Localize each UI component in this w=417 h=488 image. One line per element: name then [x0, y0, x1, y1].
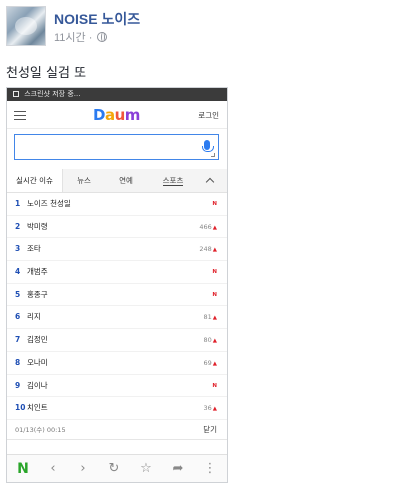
- rank-change: 36▲: [203, 397, 217, 421]
- rank-row: 2 박미령 466▲: [7, 216, 227, 239]
- rank-keyword: 리지: [27, 312, 41, 322]
- rank-number: 3: [15, 244, 21, 254]
- up-arrow-icon: ▲: [212, 338, 217, 345]
- share-icon: ➦: [172, 461, 184, 476]
- new-badge: N: [212, 201, 217, 207]
- rank-keyword: 치인트: [27, 403, 48, 413]
- rank-number: 4: [15, 267, 21, 277]
- up-arrow-icon: ▲: [212, 406, 217, 413]
- rank-row: 4 개범주 N: [7, 261, 227, 284]
- rank-change-value: 80: [203, 336, 212, 345]
- avatar[interactable]: [6, 6, 46, 46]
- tab-label: 스포츠: [162, 176, 184, 186]
- screenshot-image[interactable]: 스크린샷 저장 중... Daum 로그인 실시간 이슈 뉴스 연예 스포츠 1…: [6, 87, 228, 483]
- rank-keyword: 김이나: [27, 380, 48, 390]
- new-badge: N: [212, 382, 217, 389]
- rank-keyword: 오나미: [27, 357, 48, 367]
- logo-letter: a: [104, 106, 115, 124]
- rank-footer: 01/13(수) 00:15 닫기: [7, 420, 227, 440]
- rank-number: 8: [15, 357, 21, 367]
- rank-row: 1 노이즈 천성일 N: [7, 193, 227, 216]
- post-time[interactable]: 11시간: [54, 32, 86, 44]
- rank-row: 9 김이나 N: [7, 375, 227, 398]
- naver-icon: N: [17, 461, 29, 477]
- rank-row: 10 치인트 36▲: [7, 397, 227, 420]
- new-badge: N: [212, 269, 217, 276]
- rank-change: 466▲: [199, 216, 217, 240]
- more-icon: ⋮: [203, 461, 217, 476]
- rank-row: 6 리지 81▲: [7, 306, 227, 330]
- logo-letter: D: [93, 106, 105, 124]
- globe-icon: [97, 32, 108, 42]
- rank-row: 3 조타 248▲: [7, 238, 227, 262]
- daum-logo: Daum: [93, 106, 140, 124]
- tab-bar: 실시간 이슈 뉴스 연예 스포츠: [7, 169, 227, 193]
- forward-icon: ›: [80, 461, 86, 476]
- tab-label: 실시간 이슈: [16, 176, 53, 185]
- rank-change-value: 466: [199, 222, 212, 231]
- tab-news: 뉴스: [63, 169, 105, 192]
- rank-change-value: 36: [203, 404, 212, 413]
- logo-letter: u: [114, 106, 126, 124]
- bookmark-star-icon: ☆: [140, 461, 152, 476]
- search-input: [14, 134, 219, 160]
- rank-keyword: 노이즈 천성일: [27, 199, 71, 208]
- rank-row: 5 홍종구 N: [7, 284, 227, 307]
- up-arrow-icon: ▲: [212, 224, 217, 231]
- up-arrow-icon: ▲: [212, 247, 217, 254]
- rank-change-value: 248: [199, 245, 212, 254]
- meta-separator: ·: [88, 32, 93, 44]
- chevron-up-icon: [199, 169, 227, 192]
- rank-keyword: 조타: [27, 244, 41, 254]
- rank-number: 1: [15, 199, 21, 208]
- rank-number: 2: [15, 221, 21, 231]
- screenshot-icon: [13, 91, 19, 97]
- rank-number: 5: [15, 289, 21, 299]
- post-caption: 천성일 실검 또: [6, 66, 87, 81]
- rank-keyword: 김정민: [27, 335, 48, 345]
- close-button: 닫기: [203, 424, 217, 434]
- status-text: 스크린샷 저장 중...: [24, 90, 81, 98]
- refresh-icon: ↻: [108, 461, 120, 476]
- rank-list: 1 노이즈 천성일 N 2 박미령 466▲ 3 조타 248▲ 4 개범주 N 5 홍종구 N 6 리지 81▲…: [7, 193, 227, 420]
- rank-number: 9: [15, 380, 21, 390]
- tab-realtime: 실시간 이슈: [7, 169, 63, 192]
- rank-change: 69▲: [203, 352, 217, 376]
- rank-row: 8 오나미 69▲: [7, 352, 227, 375]
- update-timestamp: 01/13(수) 00:15: [15, 425, 66, 434]
- rank-keyword: 박미령: [27, 221, 48, 231]
- rank-number: 10: [15, 403, 26, 413]
- tab-sports: 스포츠: [147, 169, 199, 192]
- app-header: Daum 로그인: [7, 101, 227, 129]
- tab-label: 뉴스: [77, 176, 91, 185]
- rank-keyword: 개범주: [27, 267, 48, 277]
- tab-label: 연예: [119, 176, 133, 185]
- login-link: 로그인: [198, 111, 219, 120]
- up-arrow-icon: ▲: [212, 360, 217, 367]
- status-bar: 스크린샷 저장 중...: [7, 88, 227, 101]
- menu-icon: [14, 111, 26, 120]
- microphone-icon: [202, 140, 214, 152]
- post-header: NOISE 노이즈 11시간 ·: [6, 6, 406, 50]
- logo-letter: m: [124, 106, 141, 124]
- rank-keyword: 홍종구: [27, 289, 48, 299]
- rank-change: 248▲: [199, 238, 217, 262]
- author-name[interactable]: NOISE 노이즈: [54, 9, 140, 29]
- new-badge: N: [212, 291, 217, 298]
- rank-number: 6: [15, 312, 21, 322]
- rank-change-value: 81: [203, 313, 212, 322]
- back-icon: ‹: [50, 461, 56, 476]
- rank-change: 80▲: [203, 329, 217, 353]
- browser-toolbar: N ‹ › ↻ ☆ ➦ ⋮: [7, 454, 227, 482]
- search-area: [7, 129, 227, 165]
- tab-entertainment: 연예: [105, 169, 147, 192]
- up-arrow-icon: ▲: [212, 315, 217, 322]
- rank-row: 7 김정민 80▲: [7, 329, 227, 352]
- post-meta: 11시간 ·: [54, 29, 108, 45]
- resize-corner-icon: [211, 153, 215, 157]
- rank-change: 81▲: [203, 306, 217, 330]
- rank-change-value: 69: [203, 358, 212, 367]
- rank-number: 7: [15, 335, 21, 345]
